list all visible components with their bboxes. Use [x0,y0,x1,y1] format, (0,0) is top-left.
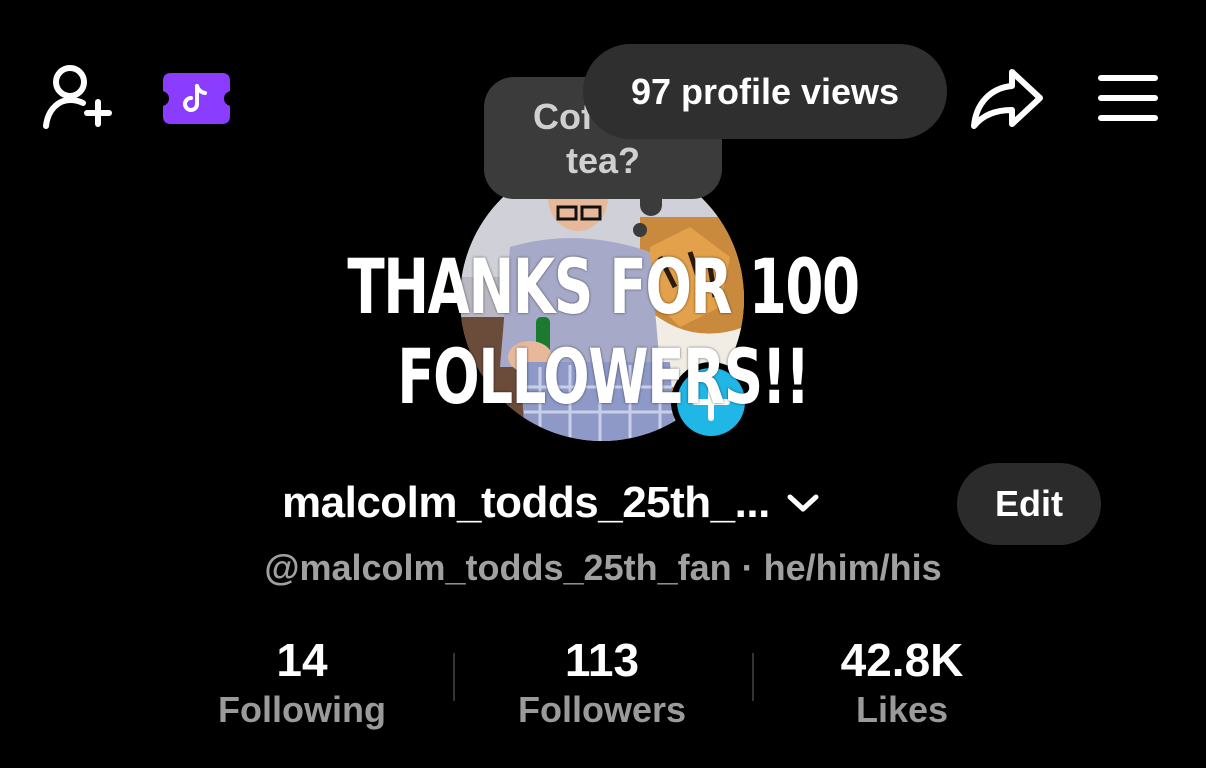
username-handle: @malcolm_todds_25th_fan [264,547,732,588]
tiktok-badge-button[interactable] [163,73,230,124]
stat-likes[interactable]: 42.8K Likes [752,634,1052,734]
tiktok-note-icon [163,73,230,124]
share-button[interactable] [970,66,1044,130]
stat-label: Followers [517,689,687,730]
note-text-line2: tea? [565,140,641,181]
display-name: malcolm_todds_25th_... [282,478,770,527]
pronouns: he/him/his [763,547,942,588]
stat-label: Following [218,689,386,730]
note-tail-dot [633,223,647,237]
chevron-down-icon [787,494,819,512]
stat-value: 14 [276,634,328,686]
profile-views-pill[interactable]: 97 profile views [583,44,947,139]
stat-followers[interactable]: 113 Followers [452,634,752,734]
stat-value: 113 [564,634,640,686]
stat-value: 42.8K [840,634,964,686]
stat-following[interactable]: 14 Following [152,634,452,734]
add-friend-button[interactable] [42,64,114,132]
handle-row: @malcolm_todds_25th_fan · he/him/his [0,546,1206,590]
banner-text: THANKS FOR 100 FOLLOWERS!! [347,242,860,421]
account-switcher[interactable]: malcolm_todds_25th_... [282,478,820,528]
menu-button[interactable] [1098,74,1158,122]
share-arrow-icon [971,69,1043,129]
edit-profile-button[interactable]: Edit [957,463,1101,545]
separator: · [731,547,764,588]
stat-label: Likes [855,689,949,730]
hamburger-menu-icon [1098,75,1158,121]
person-plus-icon [43,65,112,129]
